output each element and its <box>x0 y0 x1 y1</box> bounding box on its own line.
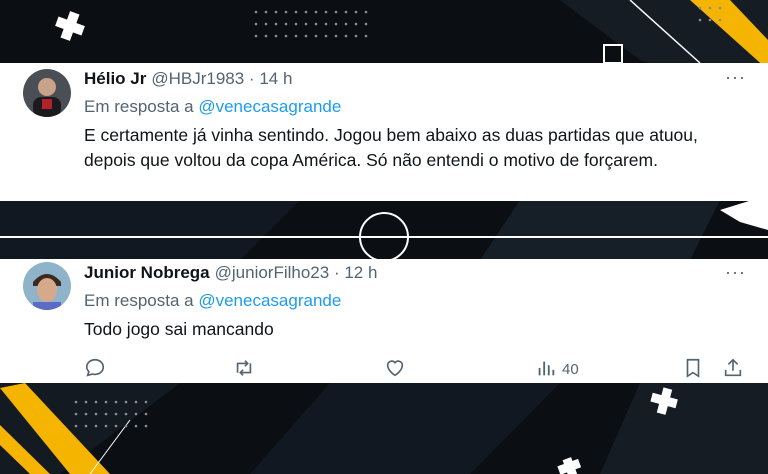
display-name[interactable]: Junior Nobrega <box>84 263 210 282</box>
display-name[interactable]: Hélio Jr <box>84 69 146 88</box>
retweet-icon[interactable] <box>232 357 256 379</box>
more-dots-icon[interactable]: ··· <box>725 67 746 88</box>
share-icon[interactable] <box>722 357 744 379</box>
tweet-header: Hélio Jr @HBJr1983 · 14 h <box>84 69 292 89</box>
tweet-header: Junior Nobrega @juniorFilho23 · 12 h <box>84 263 377 283</box>
handle-and-time[interactable]: @HBJr1983 · 14 h <box>151 69 292 88</box>
reply-mention-link[interactable]: @venecasagrande <box>198 291 341 310</box>
reply-context: Em resposta a @venecasagrande <box>84 291 341 311</box>
views-chart-icon[interactable] <box>535 357 557 379</box>
bookmark-icon[interactable] <box>682 357 704 379</box>
tweet-actions: 40 <box>0 355 768 383</box>
tweet-card[interactable]: Hélio Jr @HBJr1983 · 14 h ··· Em resposta… <box>0 63 768 201</box>
tweet-text: E certamente já vinha sentindo. Jogou be… <box>84 125 698 170</box>
reply-mention-link[interactable]: @venecasagrande <box>198 97 341 116</box>
views-count: 40 <box>562 361 579 378</box>
avatar[interactable] <box>23 262 71 310</box>
more-dots-icon[interactable]: ··· <box>725 262 746 283</box>
tweet-card[interactable]: Junior Nobrega @juniorFilho23 · 12 h ··· … <box>0 259 768 383</box>
handle-and-time[interactable]: @juniorFilho23 · 12 h <box>215 263 378 282</box>
heart-icon[interactable] <box>384 357 406 379</box>
reply-prefix: Em resposta a <box>84 97 194 116</box>
tweet-text: Todo jogo sai mancando <box>84 319 274 339</box>
reply-context: Em resposta a @venecasagrande <box>84 97 341 117</box>
reply-icon[interactable] <box>84 357 106 379</box>
reply-prefix: Em resposta a <box>84 291 194 310</box>
avatar[interactable] <box>23 69 71 117</box>
